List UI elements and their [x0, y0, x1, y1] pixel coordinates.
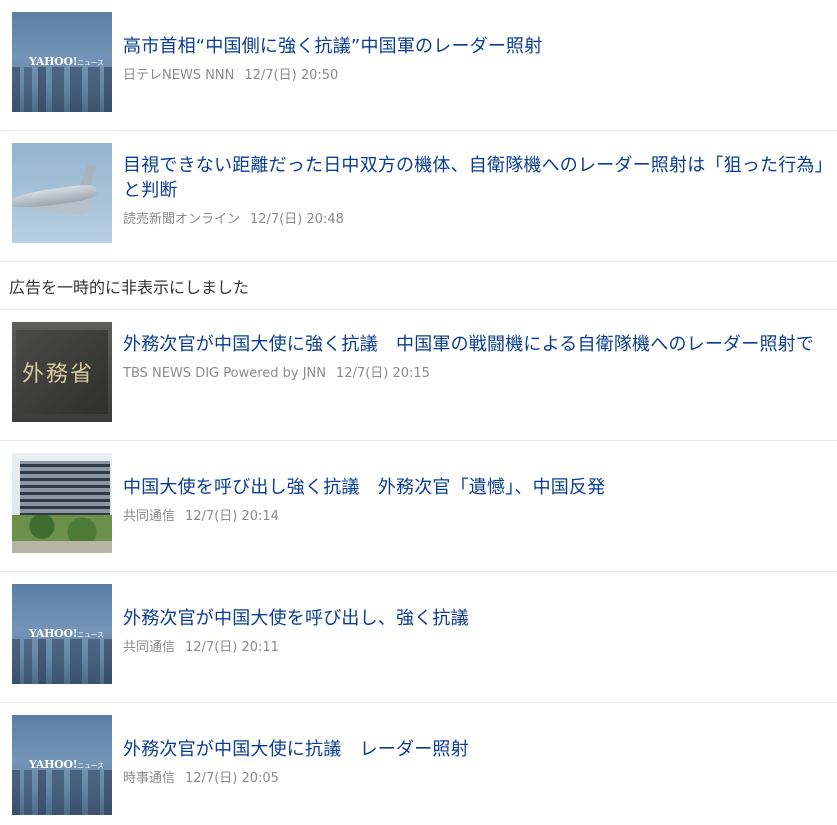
- ministry-building-image: [20, 461, 110, 523]
- article-item[interactable]: YAHOO!ニュース 高市首相“中国側に強く抗議”中国軍のレーダー照射 日テレN…: [0, 0, 837, 131]
- article-source: 共同通信: [123, 640, 176, 655]
- article-thumbnail[interactable]: [12, 453, 112, 553]
- article-source: 時事通信: [123, 771, 176, 786]
- ad-hidden-notice: 広告を一時的に非表示にしました: [0, 262, 837, 310]
- article-title[interactable]: 中国大使を呼び出し強く抗議 外務次官「遺憾」、中国反発: [123, 475, 825, 500]
- cityscape-image: [12, 67, 112, 112]
- article-item[interactable]: 外務省 外務次官が中国大使に強く抗議 中国軍の戦闘機による自衛隊機へのレーダー照…: [0, 310, 837, 441]
- yahoo-news-logo: YAHOO!ニュース: [29, 55, 104, 68]
- article-meta: 共同通信 12/7(日) 20:11: [123, 636, 825, 655]
- article-source: TBS NEWS DIG Powered by JNN: [123, 366, 327, 381]
- article-meta: 日テレNEWS NNN 12/7(日) 20:50: [123, 64, 825, 83]
- article-time: 12/7(日) 20:11: [185, 640, 279, 655]
- article-time: 12/7(日) 20:15: [336, 366, 430, 381]
- article-source: 読売新聞オンライン: [123, 212, 241, 227]
- article-thumbnail[interactable]: YAHOO!ニュース: [12, 12, 112, 112]
- article-title[interactable]: 外務次官が中国大使を呼び出し、強く抗議: [123, 606, 825, 631]
- news-feed: YAHOO!ニュース 高市首相“中国側に強く抗議”中国軍のレーダー照射 日テレN…: [0, 0, 837, 825]
- article-title[interactable]: 目視できない距離だった日中双方の機体、自衛隊機へのレーダー照射は「狙った行為」と…: [123, 153, 825, 203]
- article-time: 12/7(日) 20:05: [185, 771, 279, 786]
- article-meta: 共同通信 12/7(日) 20:14: [123, 505, 825, 524]
- cityscape-image: [12, 770, 112, 815]
- article-thumbnail[interactable]: YAHOO!ニュース: [12, 715, 112, 815]
- article-title[interactable]: 外務次官が中国大使に抗議 レーダー照射: [123, 737, 825, 762]
- yahoo-news-logo: YAHOO!ニュース: [29, 758, 104, 771]
- article-thumbnail[interactable]: 外務省: [12, 322, 112, 422]
- article-time: 12/7(日) 20:48: [250, 212, 344, 227]
- article-meta: TBS NEWS DIG Powered by JNN 12/7(日) 20:15: [123, 362, 825, 381]
- ministry-sign-text: 外務省: [22, 362, 95, 387]
- article-item[interactable]: 中国大使を呼び出し強く抗議 外務次官「遺憾」、中国反発 共同通信 12/7(日) …: [0, 441, 837, 572]
- article-title[interactable]: 高市首相“中国側に強く抗議”中国軍のレーダー照射: [123, 34, 825, 59]
- article-meta: 読売新聞オンライン 12/7(日) 20:48: [123, 208, 825, 227]
- article-item[interactable]: 目視できない距離だった日中双方の機体、自衛隊機へのレーダー照射は「狙った行為」と…: [0, 131, 837, 262]
- article-item[interactable]: YAHOO!ニュース 外務次官が中国大使に抗議 レーダー照射 時事通信 12/7(…: [0, 703, 837, 825]
- article-time: 12/7(日) 20:14: [185, 509, 279, 524]
- yahoo-news-logo: YAHOO!ニュース: [29, 627, 104, 640]
- cityscape-image: [12, 639, 112, 684]
- article-source: 共同通信: [123, 509, 176, 524]
- article-item[interactable]: YAHOO!ニュース 外務次官が中国大使を呼び出し、強く抗議 共同通信 12/7(…: [0, 572, 837, 703]
- article-meta: 時事通信 12/7(日) 20:05: [123, 767, 825, 786]
- article-thumbnail[interactable]: [12, 143, 112, 243]
- article-time: 12/7(日) 20:50: [244, 68, 339, 83]
- article-source: 日テレNEWS NNN: [123, 68, 235, 83]
- article-title[interactable]: 外務次官が中国大使に強く抗議 中国軍の戦闘機による自衛隊機へのレーダー照射で: [123, 332, 825, 357]
- article-thumbnail[interactable]: YAHOO!ニュース: [12, 584, 112, 684]
